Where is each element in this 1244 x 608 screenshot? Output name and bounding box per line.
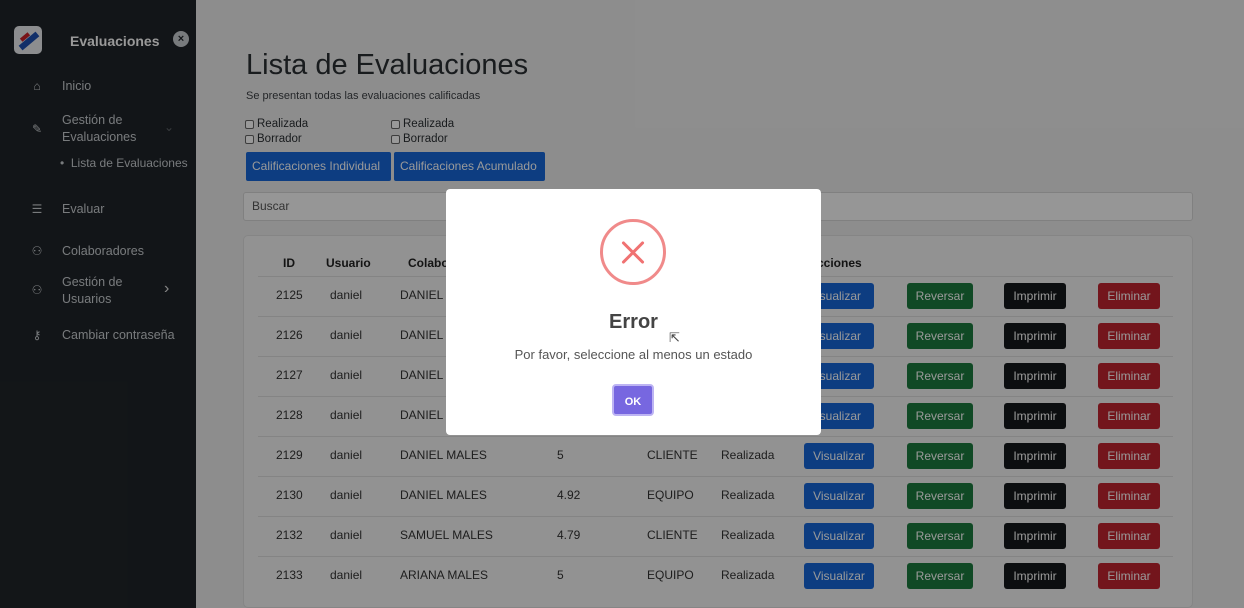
error-dialog: Error Por favor, seleccione al menos un … [446,189,821,435]
dialog-message: Por favor, seleccione al menos un estado [514,347,753,362]
mouse-cursor-icon: ⇱ [669,330,680,345]
ok-button[interactable]: OK [612,384,654,416]
error-x-icon [600,219,666,285]
dialog-title: Error [609,311,658,333]
